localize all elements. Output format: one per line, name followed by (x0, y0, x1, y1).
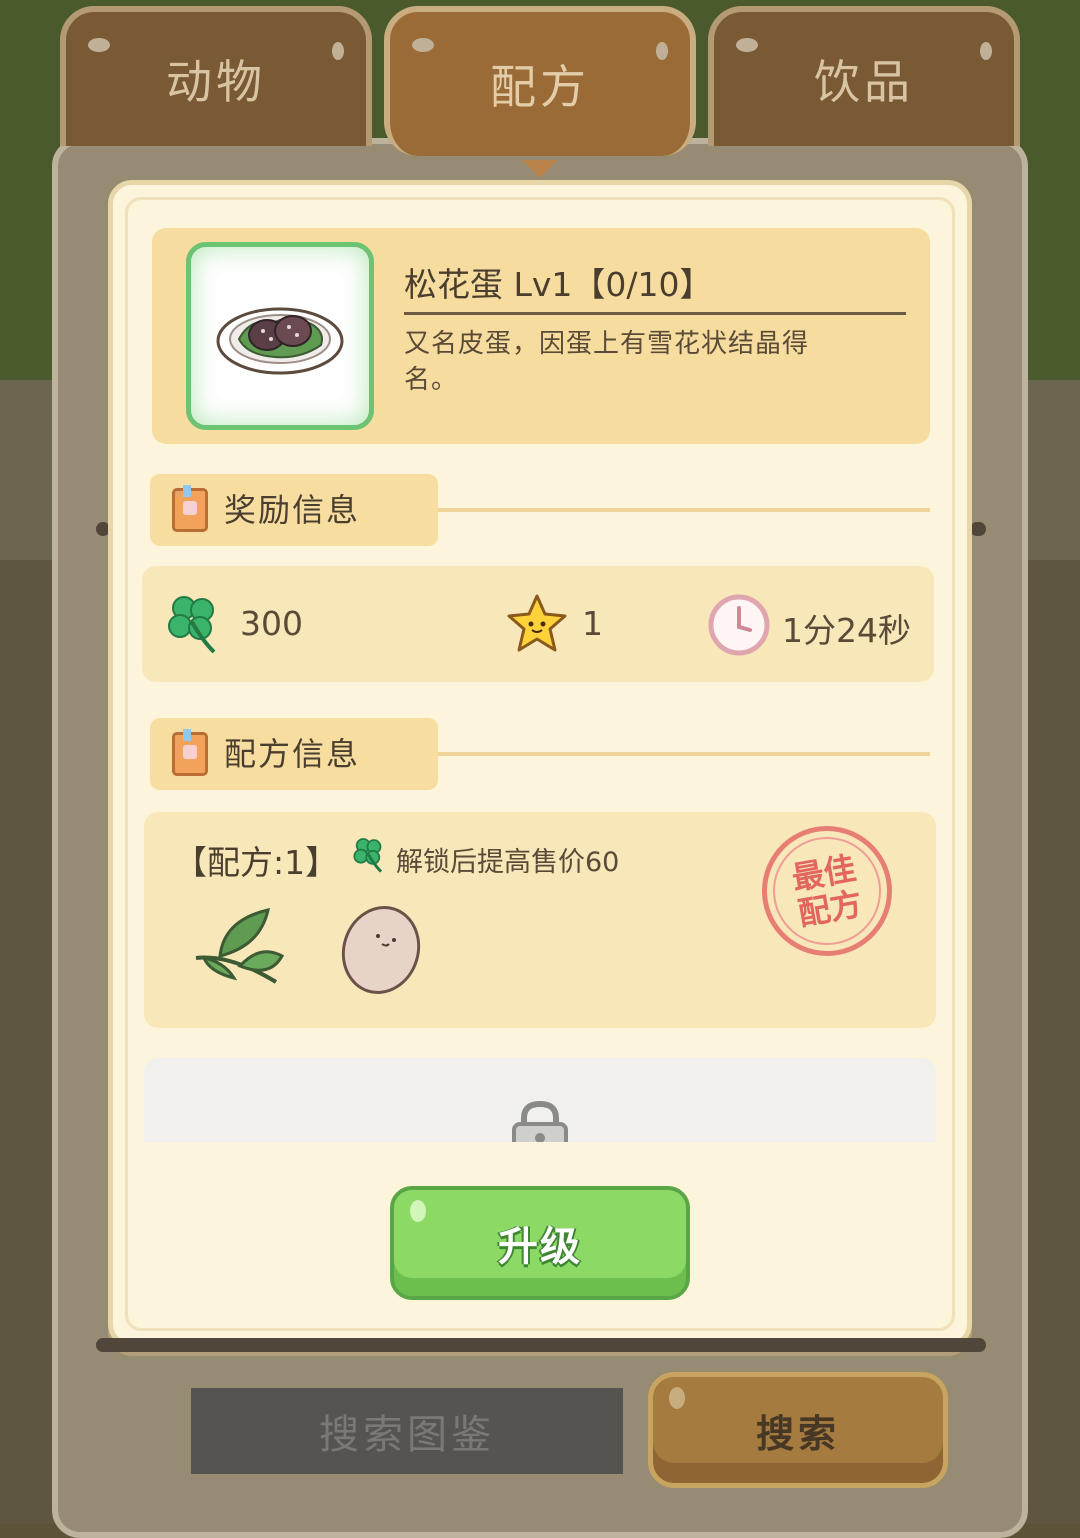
recipe-number: 【配方:1】 (174, 843, 339, 882)
time-reward-value: 1分24秒 (782, 611, 911, 650)
upgrade-button[interactable]: 升级 (390, 1186, 690, 1300)
food-image-frame (186, 242, 374, 430)
clover-reward-value: 300 (240, 604, 303, 643)
search-label: 搜索 (755, 1411, 840, 1456)
recipe-book-icon (172, 485, 208, 532)
search-book-button[interactable]: 搜索图鉴 (191, 1388, 623, 1474)
century-egg-dish-icon (216, 307, 344, 375)
section-title: 配方信息 (224, 735, 361, 773)
search-book-label: 搜索图鉴 (319, 1412, 495, 1458)
section-title: 奖励信息 (224, 491, 361, 529)
tab-label: 配方 (490, 60, 590, 114)
tab-label: 动物 (166, 55, 266, 109)
section-divider (438, 508, 930, 512)
tab-recipes[interactable]: 配方 (384, 6, 696, 156)
panel-bottom-rail (96, 1338, 986, 1352)
button-gloss (669, 1387, 685, 1409)
tab-shine (412, 38, 434, 52)
clover-icon (353, 838, 383, 873)
leaf-icon (195, 908, 285, 984)
button-gloss (410, 1200, 426, 1222)
panel-rail-right (970, 522, 986, 536)
upgrade-button-label: 升级 (498, 1224, 582, 1270)
section-divider (438, 752, 930, 756)
recipe-book-icon (172, 729, 208, 776)
clock-icon (708, 594, 770, 656)
tab-label: 饮品 (814, 55, 914, 109)
tab-animals[interactable]: 动物 (60, 6, 372, 146)
tab-shine (332, 42, 344, 60)
star-reward-value: 1 (582, 604, 603, 643)
reward-section-label: 奖励信息 (150, 474, 438, 546)
stamp-ring (764, 828, 890, 954)
recipe-bonus-text: 解锁后提高售价60 (396, 847, 620, 878)
star-icon (507, 594, 567, 652)
tab-shine (88, 38, 110, 52)
recipe-section-label: 配方信息 (150, 718, 438, 790)
lock-icon (512, 1100, 568, 1142)
locked-recipe-card (144, 1058, 936, 1142)
clover-icon (168, 596, 216, 654)
title-divider (404, 312, 906, 315)
active-tab-arrow-icon (522, 160, 558, 178)
tab-shine (656, 42, 668, 60)
search-button[interactable]: 搜索 (648, 1372, 948, 1488)
tab-shine (980, 42, 992, 60)
tab-shine (736, 38, 758, 52)
item-title: 松花蛋 Lv1【0/10】 (404, 265, 713, 304)
item-description: 又名皮蛋，因蛋上有雪花状结晶得名。 (404, 329, 810, 395)
tab-drinks[interactable]: 饮品 (708, 6, 1020, 146)
egg-icon (341, 906, 421, 994)
